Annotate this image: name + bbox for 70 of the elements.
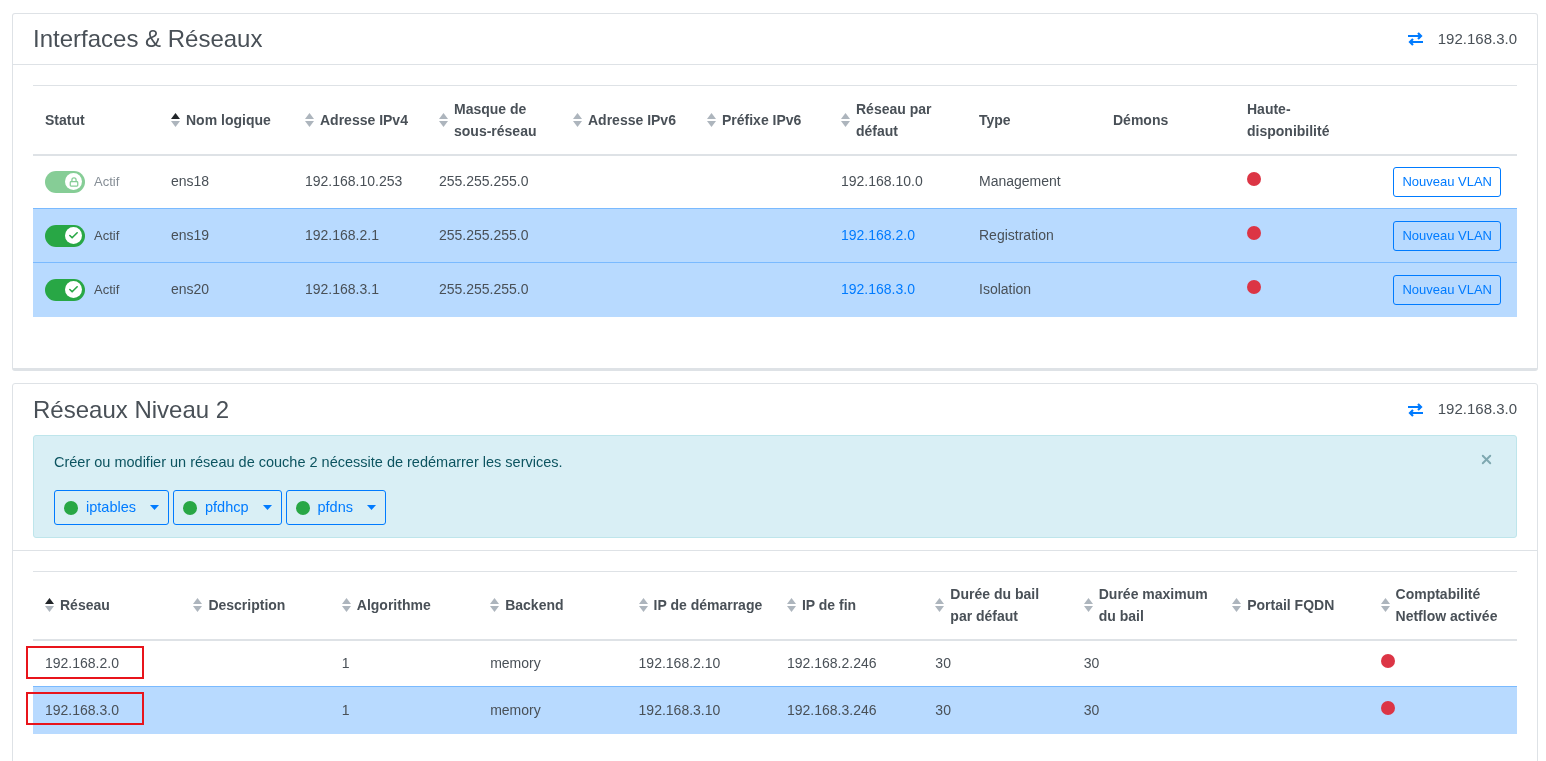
status-label: Actif — [94, 173, 120, 191]
column-header[interactable]: Réseau — [60, 594, 110, 617]
check-icon — [68, 230, 79, 241]
table-cell: ens19 — [171, 227, 210, 243]
column-header[interactable]: IP de démarrage — [653, 594, 763, 617]
table-cell: 255.255.255.0 — [439, 173, 529, 190]
caret-icon — [367, 505, 376, 510]
panel-title: Réseaux Niveau 2 — [33, 394, 230, 425]
column-header[interactable]: Adresse IPv6 — [588, 108, 676, 131]
column-header[interactable]: Préfixe IPv6 — [722, 108, 802, 131]
new-vlan-button[interactable]: Nouveau VLAN — [1393, 166, 1501, 197]
column-header: Type — [979, 110, 1011, 130]
table-cell: memory — [490, 654, 541, 671]
column-header[interactable]: Durée maximum du bail — [1098, 583, 1209, 628]
table-cell: 255.255.255.0 — [439, 281, 529, 298]
table-cell: 192.168.2.10 — [638, 654, 721, 671]
status-label: Actif — [94, 281, 120, 299]
column-header[interactable]: Adresse IPv4 — [320, 108, 408, 131]
column-header[interactable]: Description — [208, 594, 286, 617]
lock-icon — [68, 176, 79, 187]
column-header[interactable]: IP de fin — [801, 594, 857, 617]
table-cell: 192.168.2.246 — [786, 654, 877, 671]
column-header[interactable]: Réseau par défaut — [856, 97, 955, 142]
column-header[interactable]: Portail FQDN — [1247, 594, 1335, 617]
table-cell: Registration — [979, 227, 1054, 243]
column-header: Haute-disponibilité — [1247, 99, 1331, 141]
swap-arrows-icon[interactable] — [1406, 402, 1424, 417]
table-cell: 30 — [1083, 701, 1100, 718]
interface-row[interactable]: Actif ens18 192.168.10.253 255.255.255.0 192.168.10.0 Management Nouveau VLAN — [33, 154, 1517, 209]
column-header[interactable]: Durée du bail par défaut — [950, 583, 1060, 628]
caret-icon — [262, 505, 272, 510]
status-toggle[interactable] — [45, 224, 85, 247]
table-cell: 30 — [935, 701, 951, 718]
table-cell: 192.168.10.0 — [841, 173, 923, 190]
table-cell: 192.168.10.253 — [305, 173, 403, 190]
table-cell: Isolation — [979, 281, 1032, 298]
column-header[interactable]: Comptabilité Netflow activée — [1395, 583, 1505, 628]
table-cell: 192.168.3.1 — [305, 281, 379, 298]
table-cell: 192.168.3.0 — [45, 701, 119, 718]
table-cell: ens20 — [171, 281, 210, 298]
table-cell: 1 — [341, 654, 350, 671]
swap-arrows-icon[interactable] — [1406, 32, 1424, 46]
status-toggle[interactable] — [45, 278, 85, 301]
close-icon[interactable] — [1479, 452, 1494, 467]
table-cell: 192.168.3.10 — [638, 701, 721, 718]
table-cell: 192.168.2.1 — [305, 227, 379, 243]
alert-message: Créer ou modifier un réseau de couche 2 nécessite de redémarrer les services. — [54, 454, 563, 470]
panel-title: Interfaces & Réseaux — [33, 24, 263, 54]
table-cell: memory — [490, 701, 541, 718]
table-cell: Management — [979, 173, 1061, 190]
table-cell: 192.168.2.0 — [45, 654, 119, 671]
table-cell: 192.168.3.246 — [786, 701, 877, 718]
network-label: 192.168.3.0 — [1437, 399, 1517, 420]
table-cell: 255.255.255.0 — [439, 227, 529, 243]
status-label: Actif — [94, 226, 120, 245]
network-row[interactable]: 192.168.2.0 1 memory 192.168.2.10 192.168.2.246 30 30 — [33, 639, 1517, 687]
column-header[interactable]: Algorithme — [356, 594, 431, 617]
column-header: Statut — [45, 110, 85, 130]
column-header[interactable]: Nom logique — [186, 108, 271, 131]
table-cell: 1 — [341, 701, 350, 718]
caret-icon — [150, 505, 159, 510]
table-cell: 30 — [1083, 654, 1100, 671]
interface-row[interactable]: Actif ens20 192.168.3.1 255.255.255.0 192.168.3.0 Isolation Nouveau VLAN — [33, 262, 1517, 317]
column-header: Démons — [1113, 110, 1169, 130]
interface-row[interactable]: Actif ens19 192.168.2.1 255.255.255.0 192.168.2.0 Registration Nouveau VLAN — [33, 208, 1517, 263]
column-header[interactable]: Masque de sous-réseau — [454, 97, 549, 142]
table-cell: 30 — [935, 654, 951, 671]
network-label: 192.168.3.0 — [1437, 28, 1517, 49]
table-cell: ens18 — [171, 173, 210, 190]
column-header[interactable]: Backend — [505, 594, 564, 617]
